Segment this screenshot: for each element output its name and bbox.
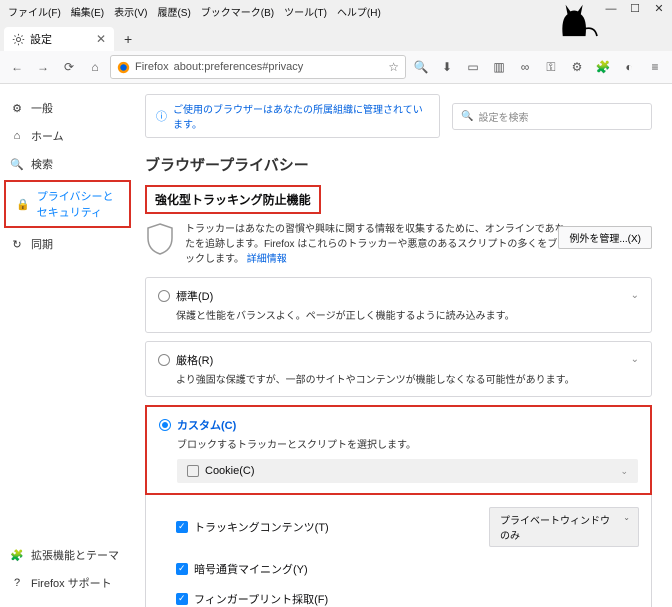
- url-bar[interactable]: Firefox about:preferences#privacy ☆: [110, 55, 406, 79]
- banner-text: ご使用のブラウザーはあなたの所属組織に管理されています。: [173, 101, 429, 131]
- close-button[interactable]: ✕: [652, 2, 666, 15]
- menu-tools[interactable]: ツール(T): [280, 2, 331, 21]
- menu-help[interactable]: ヘルプ(H): [333, 2, 385, 21]
- new-tab-button[interactable]: +: [114, 27, 142, 51]
- infinity-icon[interactable]: ∞: [514, 56, 536, 78]
- custom-label: カスタム(C): [177, 417, 236, 433]
- managed-org-banner: ⓘ ご使用のブラウザーはあなたの所属組織に管理されています。: [145, 94, 440, 138]
- sidebar-item-sync[interactable]: ↻ 同期: [0, 230, 135, 258]
- sidebar-item-support[interactable]: ? Firefox サポート: [0, 569, 135, 597]
- window-controls: — ☐ ✕: [604, 2, 666, 15]
- etp-custom-highlight: カスタム(C) ブロックするトラッカーとスクリプトを選択します。 Cookie(…: [145, 405, 652, 495]
- back-button[interactable]: ←: [6, 56, 28, 78]
- preferences-search[interactable]: 🔍 設定を検索: [452, 103, 652, 130]
- sidebar-item-label: ホーム: [31, 128, 64, 144]
- miners-checkbox[interactable]: [176, 563, 188, 575]
- etp-strict-card[interactable]: 厳格(R) より強固な保護ですが、一部のサイトやコンテンツが機能しなくなる可能性…: [145, 341, 652, 397]
- extensions-icon[interactable]: 🧩: [592, 56, 614, 78]
- help-icon: ?: [10, 576, 24, 590]
- sidebar-item-label: 一般: [31, 100, 53, 116]
- menu-file[interactable]: ファイル(F): [4, 2, 65, 21]
- chevron-down-icon: ⌄: [631, 290, 639, 301]
- fingerprint-label: フィンガープリント採取(F): [194, 591, 328, 607]
- info-icon: ⓘ: [156, 108, 167, 124]
- radio-strict[interactable]: [158, 354, 170, 366]
- strict-label: 厳格(R): [176, 352, 213, 368]
- reload-button[interactable]: ⟳: [58, 56, 80, 78]
- search-icon: 🔍: [461, 111, 473, 122]
- url-text: about:preferences#privacy: [174, 61, 304, 73]
- home-icon: ⌂: [10, 129, 24, 143]
- url-prefix: Firefox: [135, 61, 169, 73]
- shield-icon: [145, 222, 175, 256]
- menu-history[interactable]: 履歴(S): [153, 2, 194, 21]
- preferences-content: ⓘ ご使用のブラウザーはあなたの所属組織に管理されています。 🔍 設定を検索 ブ…: [135, 84, 672, 607]
- sidebar-item-home[interactable]: ⌂ ホーム: [0, 122, 135, 150]
- puzzle-icon: 🧩: [10, 548, 24, 562]
- details-link[interactable]: 詳細情報: [247, 254, 287, 265]
- custom-desc: ブロックするトラッカーとスクリプトを選択します。: [177, 436, 638, 451]
- sync-icon: ↻: [10, 237, 24, 251]
- sidebar-item-extensions[interactable]: 🧩 拡張機能とテーマ: [0, 541, 135, 569]
- tab-settings[interactable]: 設定 ✕: [4, 27, 114, 51]
- bookmark-star-icon[interactable]: ☆: [388, 60, 399, 74]
- cookie-checkbox[interactable]: [187, 465, 199, 477]
- home-button[interactable]: ⌂: [84, 56, 106, 78]
- library-icon[interactable]: ▥: [488, 56, 510, 78]
- sidebar-item-label: プライバシーとセキュリティ: [37, 188, 119, 220]
- search-icon[interactable]: 🔍: [410, 56, 432, 78]
- sidebar-item-label: 拡張機能とテーマ: [31, 547, 119, 563]
- tracking-scope-select[interactable]: プライベートウィンドウのみ ⌄: [489, 507, 639, 547]
- etp-section-title: 強化型トラッキング防止機能: [147, 187, 319, 212]
- tracking-checkbox[interactable]: [176, 521, 188, 533]
- forward-button[interactable]: →: [32, 56, 54, 78]
- sidebar-item-privacy[interactable]: 🔒 プライバシーとセキュリティ: [6, 182, 129, 226]
- download-icon[interactable]: ⬇: [436, 56, 458, 78]
- lock-icon: 🔒: [16, 197, 30, 211]
- search-icon: 🔍: [10, 157, 24, 171]
- manage-exceptions-button[interactable]: 例外を管理...(X): [558, 226, 652, 249]
- menu-edit[interactable]: 編集(E): [67, 2, 108, 21]
- cat-mascot-icon: [552, 0, 602, 38]
- sidebar-item-label: 同期: [31, 236, 53, 252]
- gear-icon: [12, 33, 25, 46]
- preferences-sidebar: ⚙ 一般 ⌂ ホーム 🔍 検索 🔒 プライバシーとセキュリティ ↻ 同期 🧩 拡…: [0, 84, 135, 607]
- menu-bookmarks[interactable]: ブックマーク(B): [197, 2, 278, 21]
- radio-custom[interactable]: [159, 419, 171, 431]
- tracking-label: トラッキングコンテンツ(T): [194, 519, 329, 535]
- etp-custom-card[interactable]: カスタム(C) ブロックするトラッカーとスクリプトを選択します。 Cookie(…: [147, 407, 650, 493]
- key-icon[interactable]: ⚿: [540, 56, 562, 78]
- clipboard-icon[interactable]: ▭: [462, 56, 484, 78]
- tab-label: 設定: [30, 31, 52, 47]
- cookie-label: Cookie(C): [205, 465, 255, 477]
- search-placeholder: 設定を検索: [478, 109, 528, 124]
- navigation-toolbar: ← → ⟳ ⌂ Firefox about:preferences#privac…: [0, 51, 672, 84]
- sidebar-item-label: 検索: [31, 156, 53, 172]
- radio-standard[interactable]: [158, 290, 170, 302]
- cookie-checkbox-row[interactable]: Cookie(C) ⌄: [177, 459, 638, 483]
- sidebar-item-general[interactable]: ⚙ 一般: [0, 94, 135, 122]
- standard-desc: 保護と性能をバランスよく。ページが正しく機能するように読み込みます。: [176, 307, 639, 322]
- chevron-down-icon: ⌄: [620, 466, 628, 477]
- menu-icon[interactable]: ≡: [644, 56, 666, 78]
- sidebar-item-search[interactable]: 🔍 検索: [0, 150, 135, 178]
- tab-close-icon[interactable]: ✕: [96, 32, 106, 46]
- sidebar-item-label: Firefox サポート: [31, 575, 112, 591]
- maximize-button[interactable]: ☐: [628, 2, 642, 15]
- menu-view[interactable]: 表示(V): [110, 2, 151, 21]
- page-title: ブラウザープライバシー: [145, 154, 652, 175]
- settings-icon[interactable]: ⚙: [566, 56, 588, 78]
- chevron-down-icon: ⌄: [631, 354, 639, 365]
- etp-standard-card[interactable]: 標準(D) 保護と性能をバランスよく。ページが正しく機能するように読み込みます。…: [145, 277, 652, 333]
- firefox-icon: [117, 61, 130, 74]
- chevron-down-icon: ⌄: [623, 513, 630, 522]
- account-icon[interactable]: ◐: [618, 56, 640, 78]
- miners-label: 暗号通貨マイニング(Y): [194, 561, 308, 577]
- minimize-button[interactable]: —: [604, 3, 618, 15]
- standard-label: 標準(D): [176, 288, 213, 304]
- gear-icon: ⚙: [10, 101, 24, 115]
- strict-desc: より強固な保護ですが、一部のサイトやコンテンツが機能しなくなる可能性があります。: [176, 371, 639, 386]
